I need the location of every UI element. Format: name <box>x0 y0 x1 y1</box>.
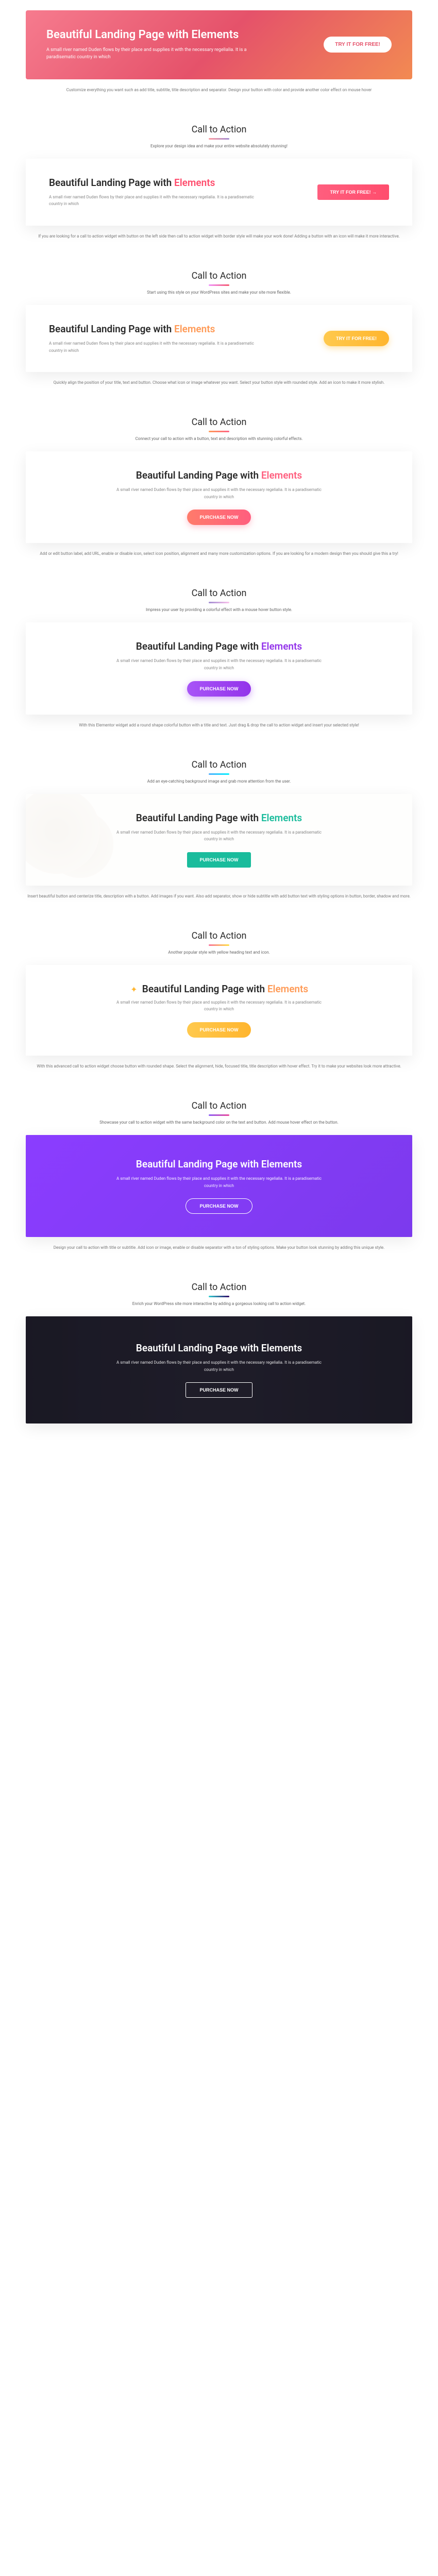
card-title: Beautiful Landing Page with Elements <box>49 177 317 189</box>
hero-banner: Beautiful Landing Page with Elements A s… <box>26 10 412 79</box>
card-title: Beautiful Landing Page with Elements <box>49 812 389 824</box>
card-title: Beautiful Landing Page with Elements <box>142 983 308 995</box>
section-header-7: Call to Action Showcase your call to act… <box>26 1100 412 1125</box>
purchase-button[interactable]: PURCHASE NOW <box>187 681 250 697</box>
section-subtitle: Showcase your call to action widget with… <box>26 1120 412 1125</box>
divider-icon <box>209 1114 229 1116</box>
card-title: Beautiful Landing Page with Elements <box>49 323 324 335</box>
purchase-button[interactable]: PURCHASE NOW <box>186 1198 252 1214</box>
purchase-button[interactable]: PURCHASE NOW <box>187 1022 250 1038</box>
purchase-button[interactable]: PURCHASE NOW <box>186 1382 252 1398</box>
divider-icon <box>209 944 229 946</box>
section-title: Call to Action <box>26 1282 412 1293</box>
section-caption: With this advanced call to action widget… <box>26 1063 412 1070</box>
cta-card-2: Beautiful Landing Page with Elements A s… <box>26 305 412 372</box>
section-subtitle: Connect your call to action with a butto… <box>26 436 412 441</box>
card-description: A small river named Duden flows by their… <box>116 829 322 843</box>
divider-icon <box>209 284 229 286</box>
section-header-2: Call to Action Start using this style on… <box>26 270 412 295</box>
section-title: Call to Action <box>26 1100 412 1111</box>
section-header-8: Call to Action Enrich your WordPress sit… <box>26 1282 412 1306</box>
section-title: Call to Action <box>26 759 412 770</box>
section-subtitle: Explore your design idea and make your e… <box>26 144 412 148</box>
cta-card-3: Beautiful Landing Page with Elements A s… <box>26 451 412 543</box>
section-title: Call to Action <box>26 588 412 599</box>
section-subtitle: Another popular style with yellow headin… <box>26 950 412 955</box>
cta-card-4: Beautiful Landing Page with Elements A s… <box>26 622 412 714</box>
section-subtitle: Add an eye-catching background image and… <box>26 779 412 784</box>
try-free-button[interactable]: TRY IT FOR FREE! <box>317 184 389 200</box>
section-header-4: Call to Action Impress your user by prov… <box>26 588 412 612</box>
cta-card-7: Beautiful Landing Page with Elements A s… <box>26 1135 412 1237</box>
section-caption: Quickly align the position of your title… <box>26 380 412 386</box>
cta-card-5: Beautiful Landing Page with Elements A s… <box>26 794 412 886</box>
divider-icon <box>209 773 229 775</box>
card-description: A small river named Duden flows by their… <box>116 1175 322 1189</box>
hero-cta-button[interactable]: TRY IT FOR FREE! <box>324 37 392 53</box>
section-caption: Add or edit button label, add URL, enabl… <box>26 551 412 557</box>
card-title: Beautiful Landing Page with Elements <box>49 469 389 481</box>
card-description: A small river named Duden flows by their… <box>49 194 255 208</box>
cta-card-1: Beautiful Landing Page with Elements A s… <box>26 159 412 226</box>
divider-icon <box>209 602 229 603</box>
card-description: A small river named Duden flows by their… <box>116 1359 322 1373</box>
card-title: Beautiful Landing Page with Elements <box>52 1342 386 1354</box>
card-description: A small river named Duden flows by their… <box>116 999 322 1013</box>
section-header-1: Call to Action Explore your design idea … <box>26 124 412 148</box>
section-header-3: Call to Action Connect your call to acti… <box>26 417 412 441</box>
divider-icon <box>209 138 229 140</box>
section-caption: Insert beautiful button and centerize ti… <box>26 893 412 900</box>
section-subtitle: Impress your user by providing a colorfu… <box>26 607 412 612</box>
section-caption: Design your call to action with title or… <box>26 1245 412 1251</box>
section-title: Call to Action <box>26 124 412 135</box>
divider-icon <box>209 1296 229 1297</box>
card-description: A small river named Duden flows by their… <box>49 340 255 354</box>
hero-title: Beautiful Landing Page with Elements <box>46 28 324 41</box>
section-header-6: Call to Action Another popular style wit… <box>26 930 412 955</box>
section-title: Call to Action <box>26 930 412 941</box>
cta-card-8: Beautiful Landing Page with Elements A s… <box>26 1316 412 1423</box>
divider-icon <box>209 431 229 432</box>
section-caption: If you are looking for a call to action … <box>26 233 412 240</box>
hero-description: A small river named Duden flows by their… <box>46 46 263 61</box>
purchase-button[interactable]: PURCHASE NOW <box>187 852 250 868</box>
section-title: Call to Action <box>26 270 412 281</box>
section-subtitle: Start using this style on your WordPress… <box>26 290 412 295</box>
section-subtitle: Enrich your WordPress site more interact… <box>26 1301 412 1306</box>
section-header-5: Call to Action Add an eye-catching backg… <box>26 759 412 784</box>
star-icon <box>130 985 138 993</box>
card-description: A small river named Duden flows by their… <box>116 657 322 671</box>
try-free-button[interactable]: TRY IT FOR FREE! <box>324 331 389 346</box>
card-title: Beautiful Landing Page with Elements <box>49 1158 389 1170</box>
cta-card-6: Beautiful Landing Page with Elements A s… <box>26 965 412 1056</box>
hero-caption: Customize everything you want such as ad… <box>26 87 412 93</box>
purchase-button[interactable]: PURCHASE NOW <box>187 510 250 525</box>
card-title: Beautiful Landing Page with Elements <box>49 640 389 652</box>
section-title: Call to Action <box>26 417 412 428</box>
card-description: A small river named Duden flows by their… <box>116 486 322 500</box>
section-caption: With this Elementor widget add a round s… <box>26 722 412 728</box>
